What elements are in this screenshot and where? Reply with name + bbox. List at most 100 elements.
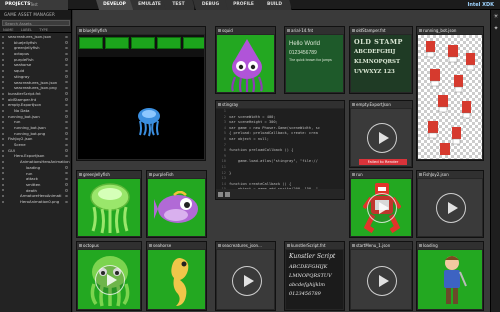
visibility-eye-icon[interactable] — [65, 200, 68, 203]
tab-build[interactable]: BUILD — [258, 0, 292, 10]
panel-menu-icon[interactable] — [78, 244, 82, 247]
panel-fishjoy[interactable]: FishJoy2.json — [416, 170, 484, 238]
visibility-eye-icon[interactable] — [65, 137, 68, 141]
visibility-eye-icon[interactable] — [65, 194, 68, 198]
pin-icon[interactable]: ✦ — [492, 25, 500, 33]
visibility-eye-icon[interactable] — [65, 177, 68, 181]
code-text: var game = new Phaser.Game(sceneWidth, s… — [229, 125, 321, 130]
robot-sprite-sheet — [426, 41, 475, 155]
visibility-eye-icon[interactable] — [65, 41, 68, 44]
panel-seacreatures[interactable]: seacreatures_json... — [215, 241, 276, 311]
column-name[interactable]: NAME — [3, 28, 14, 32]
font-sample-line: OLD STAMP — [354, 38, 403, 46]
panel-menu-icon[interactable] — [78, 173, 82, 176]
visibility-eye-icon[interactable] — [65, 103, 68, 107]
panel-octopus[interactable]: octopus — [76, 241, 142, 311]
visibility-eye-icon[interactable] — [65, 183, 68, 186]
copy-icon[interactable] — [218, 192, 223, 197]
panel-menu-icon[interactable] — [418, 173, 422, 176]
visibility-eye-icon[interactable] — [65, 126, 68, 129]
panel-oldstamper-font[interactable]: oldStamper.fnt OLD STAMP ABCDEFGHIJ KLMN… — [349, 26, 413, 94]
panel-title: purpleFish — [153, 172, 174, 177]
panel-menu-icon[interactable] — [351, 244, 355, 247]
visibility-eye-icon[interactable] — [65, 64, 68, 67]
panel-greenjellyfish[interactable]: greenJellyfish — [76, 170, 142, 238]
panel-arial-font[interactable]: arial-14.fnt Hello World 0123456789 The … — [284, 26, 345, 94]
panel-kunstler-font[interactable]: kunstlerScript.fnt Kunstler Script ABCDE… — [284, 241, 345, 311]
tab-test[interactable]: TEST — [163, 0, 195, 10]
visibility-eye-icon[interactable] — [65, 155, 68, 158]
visibility-eye-icon[interactable] — [65, 98, 68, 101]
code-editor[interactable]: 1 2 var sceneWidth = 400; 3 var sceneHeight … — [216, 109, 344, 189]
visibility-eye-icon[interactable] — [65, 109, 68, 112]
code-text: var sceneHeight = 300; — [229, 120, 278, 125]
visibility-eye-icon[interactable] — [65, 160, 68, 164]
column-label[interactable]: LABEL — [21, 28, 32, 32]
play-icon[interactable] — [367, 123, 397, 153]
tree-node-icon — [2, 109, 4, 112]
panel-menu-icon[interactable] — [351, 103, 355, 106]
panel-running-bot[interactable]: running_bot.json — [416, 26, 484, 161]
tree-node-icon — [2, 200, 4, 203]
panel-empty-exportjson[interactable]: empty.ExportJson Failed to Render — [349, 100, 413, 168]
panel-header: kunstlerScript.fnt — [285, 242, 344, 249]
panel-menu-icon[interactable] — [148, 173, 152, 176]
visibility-eye-icon[interactable] — [65, 52, 68, 56]
panel-menu-icon[interactable] — [217, 103, 221, 106]
panel-menu-icon[interactable] — [78, 29, 82, 32]
visibility-eye-icon[interactable] — [65, 75, 68, 78]
code-text: function createCallback () { — [229, 181, 292, 186]
play-icon[interactable] — [367, 266, 397, 296]
panel-startmenu[interactable]: startMenu_1.json — [349, 241, 413, 311]
panel-bluejellyfish[interactable]: blueJellyfish — [76, 26, 206, 161]
visibility-eye-icon[interactable] — [65, 132, 68, 135]
visibility-eye-icon[interactable] — [65, 69, 68, 73]
font-sample-line: UVWXYZ 123 — [354, 69, 395, 75]
panel-stingray-code[interactable]: stingray 1 2 var sceneWidth = 400; 3 var sce… — [215, 100, 345, 200]
column-type[interactable]: TYPE — [39, 28, 48, 32]
panel-seahorse[interactable]: seahorse — [146, 241, 207, 311]
visibility-eye-icon[interactable] — [65, 189, 68, 192]
file-icon[interactable] — [225, 192, 230, 197]
visibility-eye-icon[interactable] — [65, 58, 68, 61]
tab-debug[interactable]: DEBUG — [193, 0, 229, 10]
panel-menu-icon[interactable] — [217, 244, 221, 247]
play-icon[interactable] — [232, 266, 262, 296]
panel-run[interactable]: run — [349, 170, 413, 238]
visibility-eye-icon[interactable] — [65, 120, 68, 124]
panel-squid[interactable]: squid — [215, 26, 276, 94]
panel-menu-icon[interactable] — [351, 173, 355, 176]
visibility-eye-icon[interactable] — [65, 115, 68, 118]
visibility-eye-icon[interactable] — [65, 166, 68, 169]
visibility-eye-icon[interactable] — [65, 86, 68, 90]
panel-menu-icon[interactable] — [418, 29, 422, 32]
asset-search-input[interactable]: Search Assets — [2, 20, 70, 26]
panel-loading[interactable]: loading — [416, 241, 484, 311]
visibility-eye-icon[interactable] — [65, 149, 68, 152]
play-icon[interactable] — [95, 265, 125, 295]
tab-profile[interactable]: PROFILE — [225, 0, 263, 10]
visibility-eye-icon[interactable] — [65, 172, 68, 175]
panel-menu-icon[interactable] — [418, 244, 422, 247]
panel-menu-icon[interactable] — [217, 29, 221, 32]
panel-purplefish[interactable]: purpleFish — [146, 170, 207, 238]
asset-tree-label: HeroAnimation0.png — [20, 198, 60, 204]
panel-menu-icon[interactable] — [351, 29, 355, 32]
panel-menu-icon[interactable] — [286, 244, 290, 247]
visibility-eye-icon[interactable] — [65, 143, 68, 147]
visibility-eye-icon[interactable] — [65, 81, 68, 84]
tab-develop[interactable]: DEVELOP — [96, 0, 134, 10]
panel-menu-icon[interactable] — [286, 29, 290, 32]
play-icon[interactable] — [367, 193, 397, 223]
visibility-eye-icon[interactable] — [65, 92, 68, 95]
visibility-eye-icon[interactable] — [65, 46, 68, 50]
panel-title: seahorse — [153, 243, 172, 248]
asset-tree-item[interactable]: HeroAnimation0.png — [0, 199, 71, 205]
visibility-eye-icon[interactable] — [65, 35, 68, 38]
panel-title: FishJoy2.json — [423, 172, 449, 177]
play-icon[interactable] — [436, 193, 466, 223]
panel-title: stingray — [222, 102, 239, 107]
lightbulb-icon[interactable]: ☀ — [492, 13, 500, 21]
tab-projects[interactable]: PROJECTS Test — [0, 0, 68, 10]
panel-menu-icon[interactable] — [148, 244, 152, 247]
